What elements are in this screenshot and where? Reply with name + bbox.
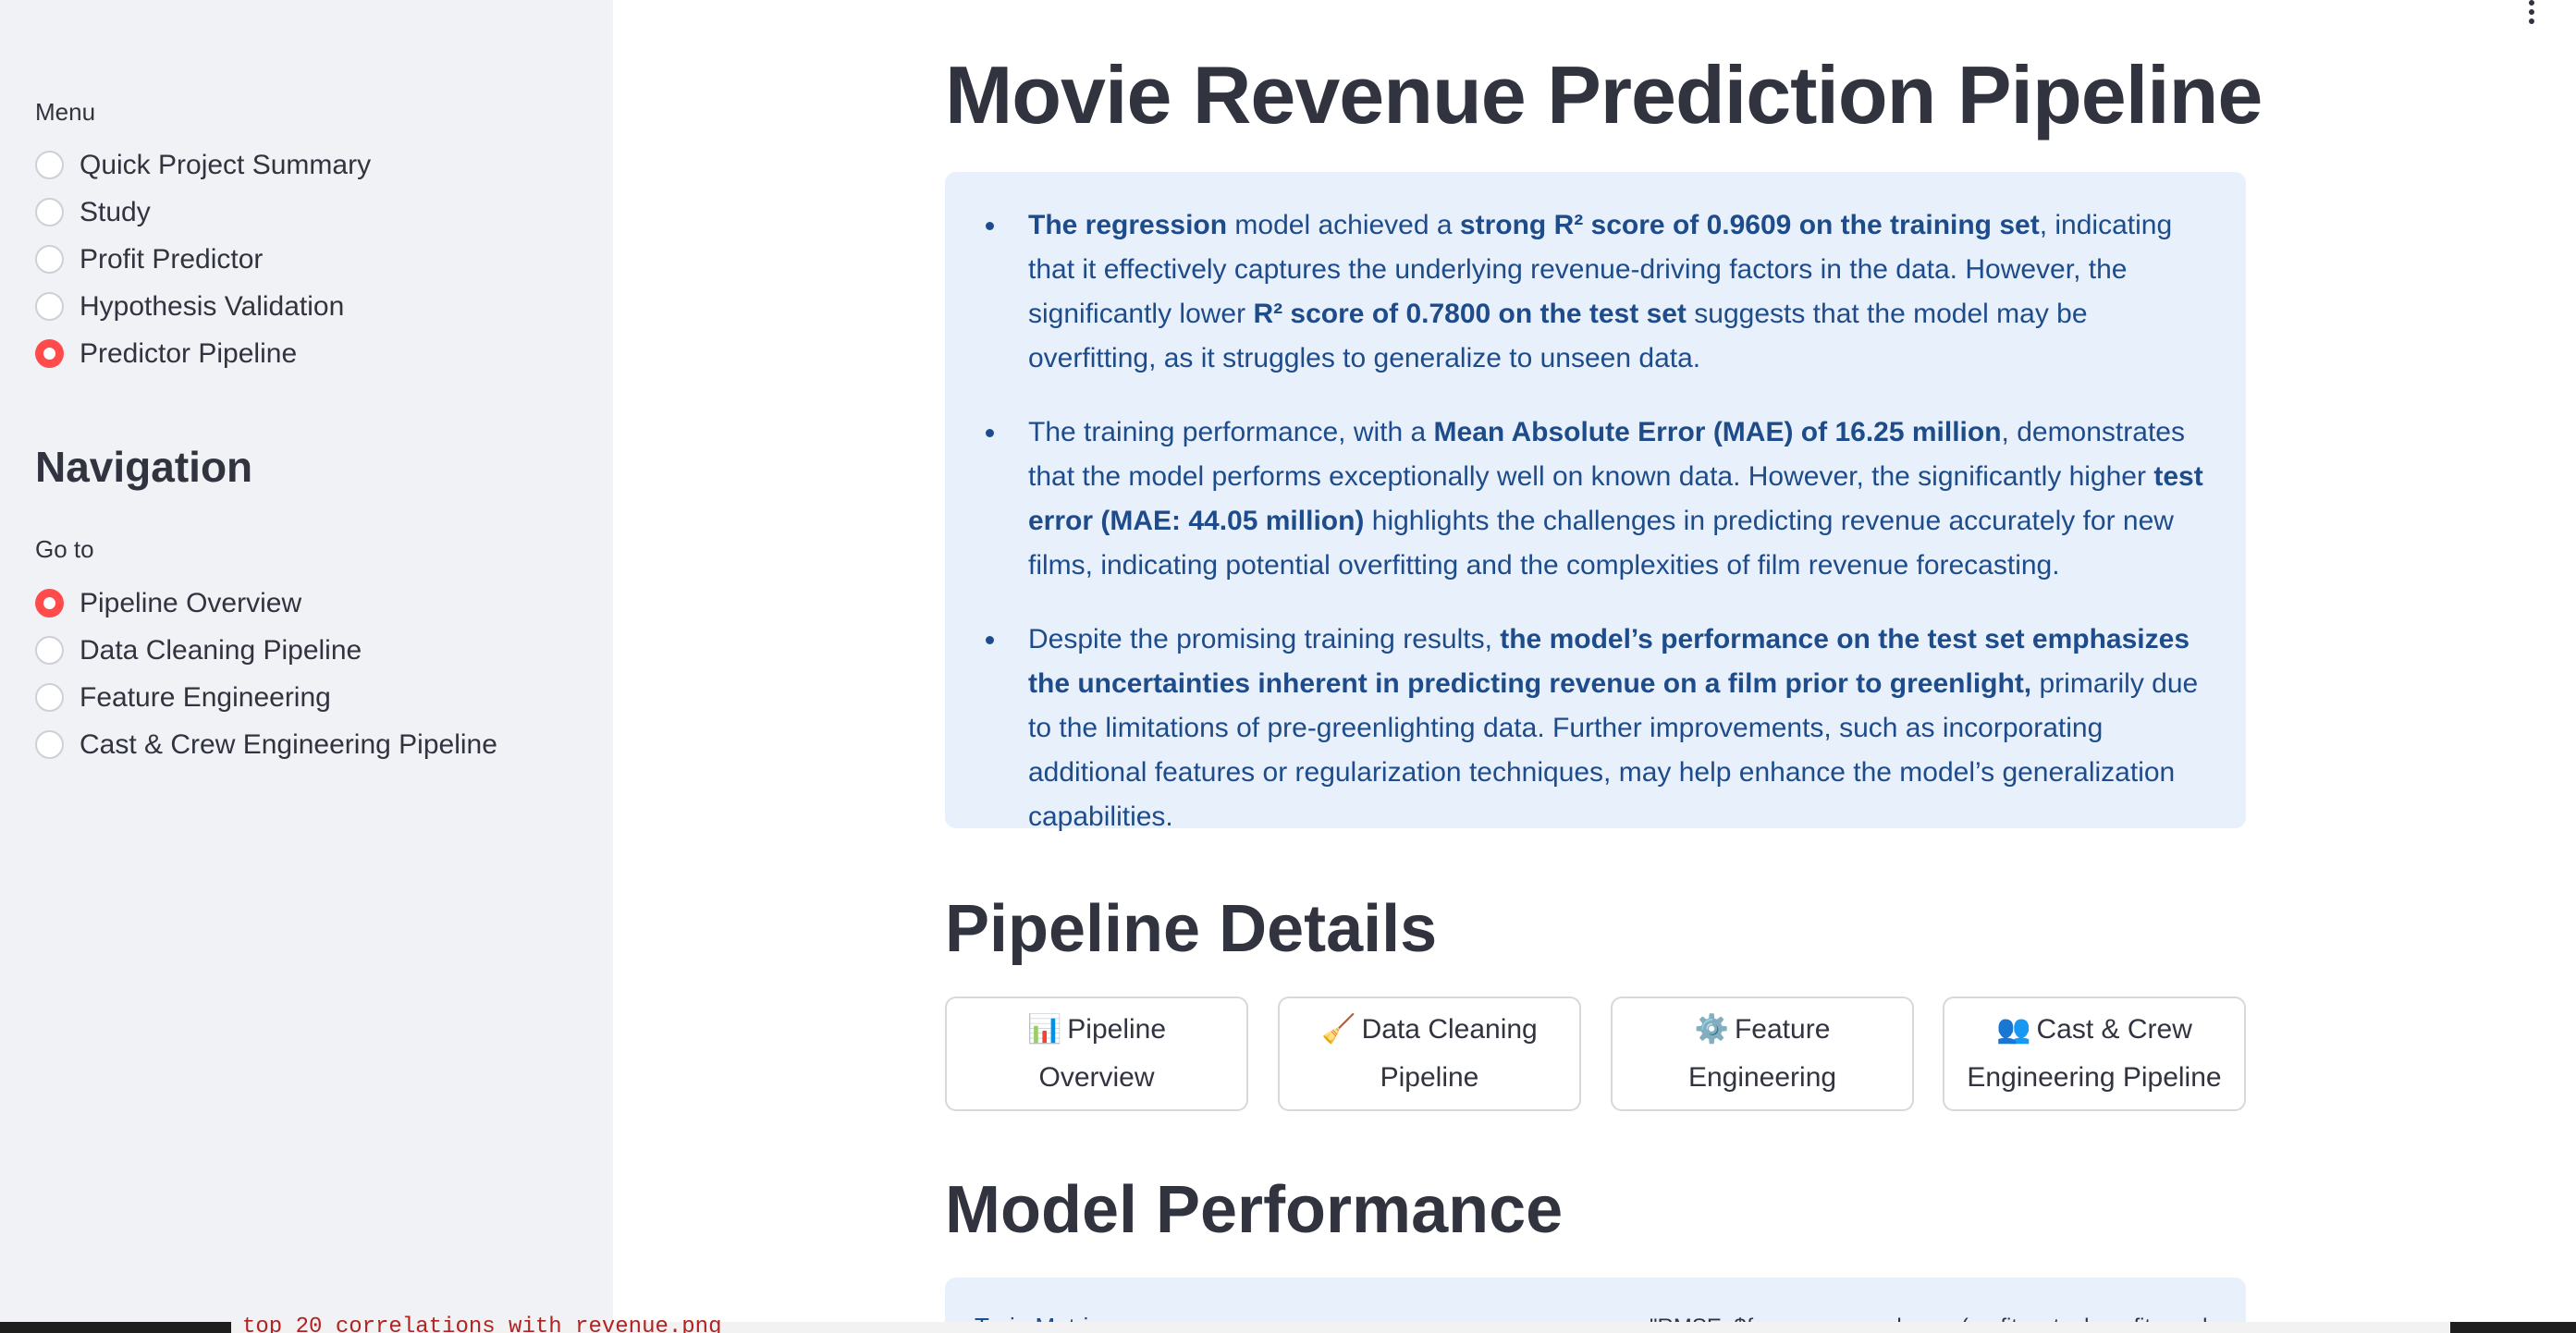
- navigation-radio-group: Pipeline Overview Data Cleaning Pipeline…: [35, 580, 497, 768]
- pipeline-details-heading: Pipeline Details: [945, 892, 1438, 966]
- data-cleaning-pipeline-button[interactable]: 🧹 Data Cleaning Pipeline: [1278, 997, 1581, 1111]
- radio-button-icon[interactable]: [35, 198, 64, 226]
- info-callout: The regression model achieved a strong R…: [945, 172, 2246, 832]
- menu-item-quick-project-summary[interactable]: Quick Project Summary: [35, 141, 371, 189]
- terminal-dark-region: [0, 1322, 231, 1333]
- button-label: Cast & Crew: [2036, 1014, 2192, 1045]
- nav-item-label: Pipeline Overview: [80, 587, 302, 618]
- radio-button-icon[interactable]: [35, 245, 64, 274]
- menu-item-label: Profit Predictor: [80, 243, 264, 275]
- gear-icon: ⚙️: [1694, 1013, 1729, 1046]
- menu-item-label: Study: [80, 196, 151, 227]
- nav-item-data-cleaning-pipeline[interactable]: Data Cleaning Pipeline: [35, 627, 497, 674]
- bullet-item-mae: The training performance, with a Mean Ab…: [986, 410, 2213, 588]
- radio-button-icon[interactable]: [35, 151, 64, 179]
- menu-item-study[interactable]: Study: [35, 189, 371, 236]
- button-line: Pipeline: [1380, 1062, 1479, 1093]
- nav-item-pipeline-overview[interactable]: Pipeline Overview: [35, 580, 497, 627]
- bold-text: The regression: [1028, 210, 1228, 240]
- people-icon: 👥: [1996, 1013, 2031, 1046]
- nav-item-cast-crew-engineering-pipeline[interactable]: Cast & Crew Engineering Pipeline: [35, 721, 497, 768]
- radio-button-icon[interactable]: [35, 292, 64, 321]
- menu-item-hypothesis-validation[interactable]: Hypothesis Validation: [35, 283, 371, 330]
- main-content: Movie Revenue Prediction Pipeline The re…: [613, 0, 2576, 1333]
- button-line: Engineering: [1687, 1062, 1837, 1093]
- vertical-ellipsis-icon[interactable]: [2522, 0, 2541, 24]
- button-line: Overview: [1038, 1062, 1155, 1093]
- dot: [2529, 0, 2534, 6]
- button-line: 📊 Pipeline: [1027, 1006, 1166, 1054]
- dot: [2529, 18, 2534, 24]
- broom-icon: 🧹: [1321, 1013, 1356, 1046]
- page-title: Movie Revenue Prediction Pipeline: [945, 49, 2263, 141]
- feature-engineering-button[interactable]: ⚙️ Feature Engineering: [1611, 997, 1914, 1111]
- button-label: Feature: [1734, 1014, 1831, 1045]
- button-line: ⚙️ Feature: [1695, 1006, 1831, 1054]
- model-performance-heading: Model Performance: [945, 1173, 1564, 1247]
- cast-crew-engineering-pipeline-button[interactable]: 👥 Cast & Crew Engineering Pipeline: [1943, 997, 2246, 1111]
- menu-radio-group: Quick Project Summary Study Profit Predi…: [35, 141, 371, 377]
- goto-label: Go to: [35, 535, 94, 563]
- terminal-dark-region: [2450, 1322, 2576, 1333]
- radio-button-icon[interactable]: [35, 683, 64, 712]
- bold-text: R² score of 0.7800 on the test set: [1253, 299, 1687, 329]
- text: model achieved a: [1227, 210, 1460, 240]
- bold-text: strong R² score of 0.9609 on the trainin…: [1459, 210, 2040, 240]
- terminal-text: top 20 correlations with revenue.png: [242, 1315, 722, 1333]
- nav-item-feature-engineering[interactable]: Feature Engineering: [35, 674, 497, 721]
- navigation-heading: Navigation: [35, 443, 253, 491]
- menu-item-predictor-pipeline[interactable]: Predictor Pipeline: [35, 330, 371, 377]
- menu-item-label: Hypothesis Validation: [80, 290, 345, 322]
- nav-item-label: Data Cleaning Pipeline: [80, 634, 362, 666]
- radio-button-icon[interactable]: [35, 730, 64, 759]
- dot: [2529, 9, 2534, 15]
- button-line: Engineering Pipeline: [1967, 1062, 2222, 1093]
- button-label: Data Cleaning: [1361, 1014, 1538, 1045]
- terminal-strip: top 20 correlations with revenue.png: [0, 1315, 2576, 1333]
- bar-chart-icon: 📊: [1026, 1013, 1062, 1046]
- text: The training performance, with a: [1028, 417, 1434, 447]
- menu-item-profit-predictor[interactable]: Profit Predictor: [35, 236, 371, 283]
- menu-item-label: Predictor Pipeline: [80, 337, 298, 369]
- menu-label: Menu: [35, 98, 96, 126]
- button-label: Pipeline: [1067, 1014, 1167, 1045]
- pipeline-button-row: 📊 Pipeline Overview 🧹 Data Cleaning Pipeli…: [945, 997, 2246, 1111]
- bullet-item-r2: The regression model achieved a strong R…: [986, 203, 2213, 381]
- button-line: 🧹 Data Cleaning: [1321, 1006, 1537, 1054]
- text: Despite the promising training results,: [1028, 624, 1501, 654]
- sidebar: Menu Quick Project Summary Study Profit …: [0, 0, 613, 1333]
- bullet-item-conclusion: Despite the promising training results, …: [986, 618, 2213, 839]
- nav-item-label: Feature Engineering: [80, 681, 331, 713]
- button-line: 👥 Cast & Crew: [1996, 1006, 2192, 1054]
- radio-button-icon[interactable]: [35, 339, 64, 368]
- menu-item-label: Quick Project Summary: [80, 149, 372, 180]
- bold-text: Mean Absolute Error (MAE) of 16.25 milli…: [1433, 417, 2002, 447]
- radio-button-icon[interactable]: [35, 589, 64, 618]
- nav-item-label: Cast & Crew Engineering Pipeline: [80, 728, 497, 760]
- radio-button-icon[interactable]: [35, 636, 64, 665]
- summary-bullet-list: The regression model achieved a strong R…: [986, 203, 2213, 839]
- app-window: Menu Quick Project Summary Study Profit …: [0, 0, 2576, 1333]
- pipeline-overview-button[interactable]: 📊 Pipeline Overview: [945, 997, 1248, 1111]
